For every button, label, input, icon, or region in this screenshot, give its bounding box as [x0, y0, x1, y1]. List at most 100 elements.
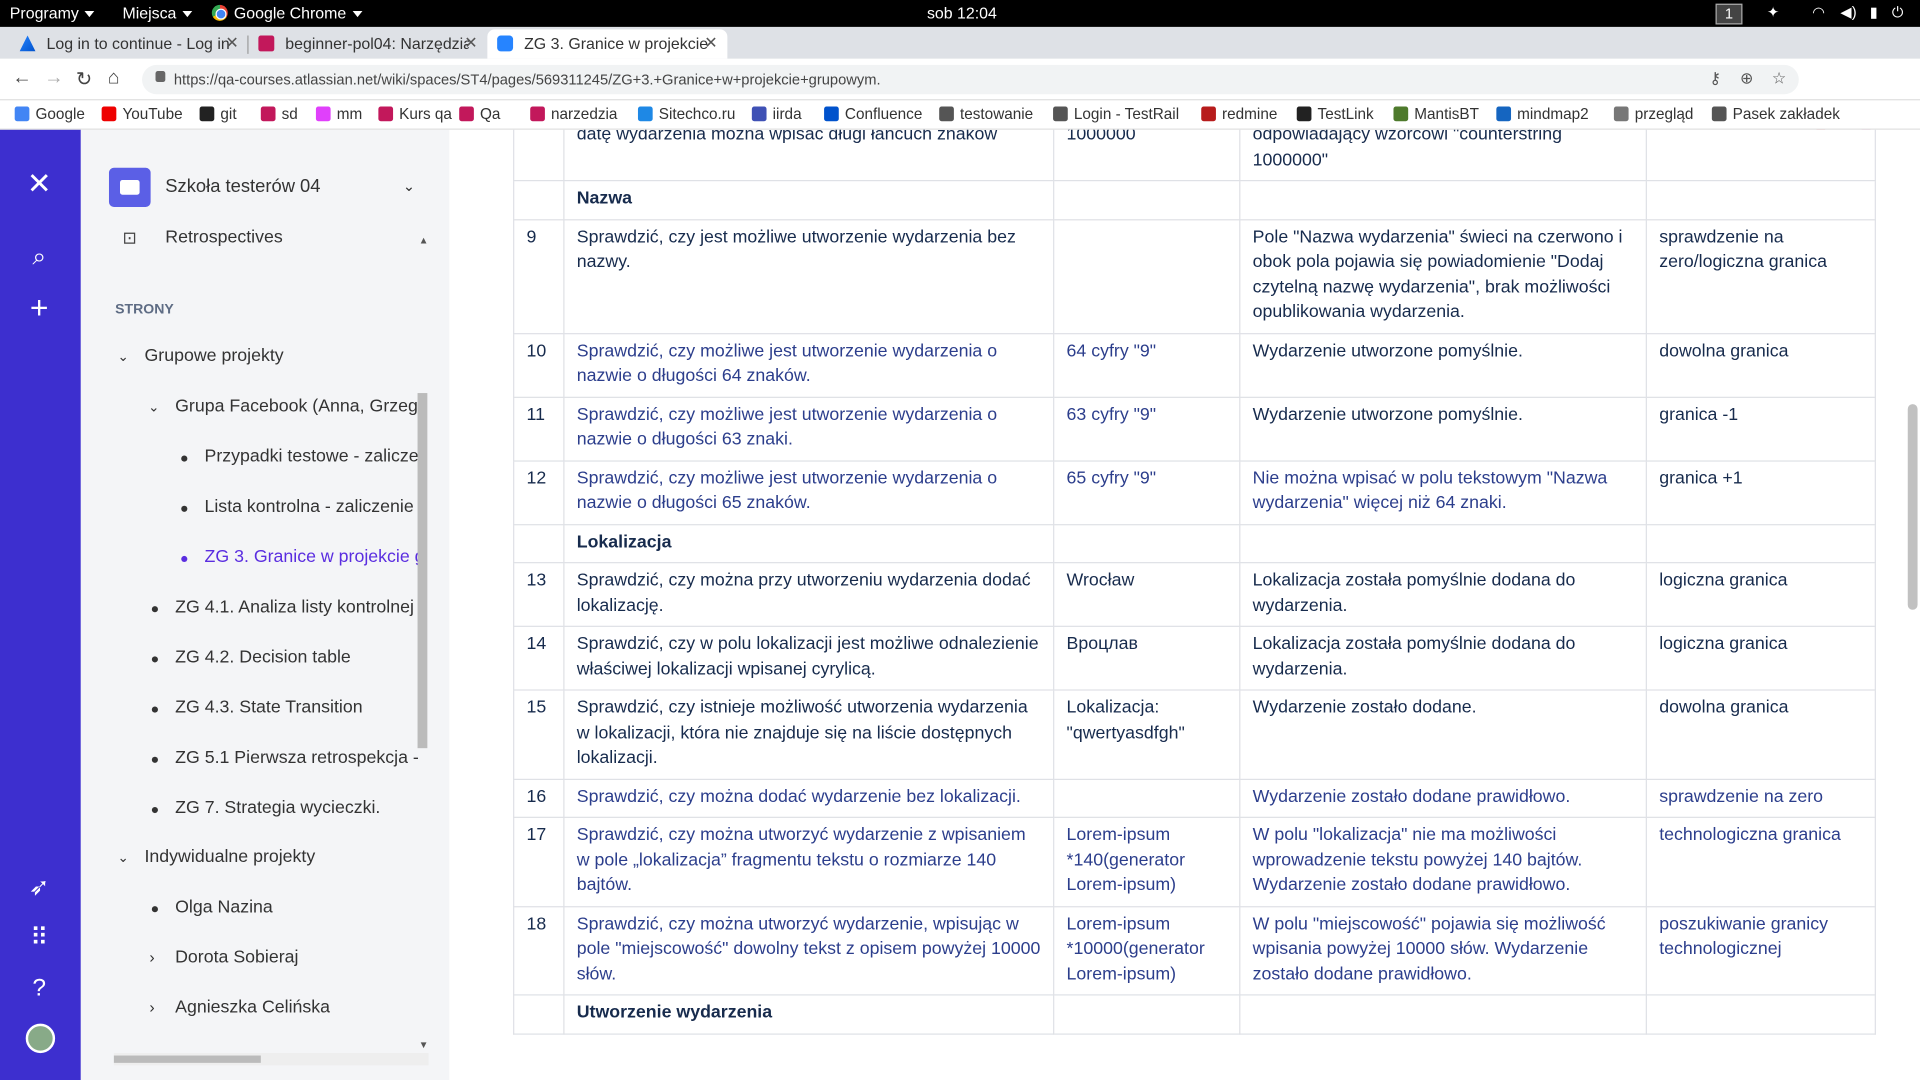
- expected-result-cell: Wydarzenie zostało dodane.: [1239, 689, 1647, 780]
- tree-item-zg3-current[interactable]: ZG 3. Granice w projekcie g: [204, 547, 424, 567]
- chevron-down-icon[interactable]: ⌄: [403, 178, 415, 195]
- tree-item-przypadki[interactable]: Przypadki testowe - zalicze: [204, 447, 418, 467]
- tree-item-dorota[interactable]: Dorota Sobieraj: [175, 948, 298, 968]
- dropbox-icon[interactable]: ✦: [1767, 4, 1779, 21]
- volume-icon[interactable]: ◀): [1840, 4, 1856, 21]
- tree-item-grupa-facebook[interactable]: Grupa Facebook (Anna, Grzeg: [175, 397, 418, 417]
- table-section-row: Nazwa: [513, 180, 1876, 220]
- tab-zg3[interactable]: ZG 3. Granice w projekcie ✕: [487, 29, 728, 59]
- search-icon[interactable]: ⌕: [24, 242, 53, 271]
- chevron-down-icon[interactable]: ⌄: [148, 399, 159, 415]
- bookmark-item[interactable]: Pasek zakładek: [1711, 105, 1840, 122]
- bookmark-item[interactable]: mm: [315, 105, 363, 123]
- page-scrollbar[interactable]: [1907, 404, 1918, 610]
- bookmark-item[interactable]: TestLink: [1296, 105, 1374, 123]
- tree-item-lista-kontrolna[interactable]: Lista kontrolna - zaliczenie: [204, 497, 413, 517]
- tree-item-indywidualne[interactable]: Indywidualne projekty: [144, 847, 315, 867]
- bookmark-favicon-icon: [315, 106, 331, 122]
- back-icon[interactable]: ←: [12, 67, 32, 89]
- os-menu-miejsca[interactable]: Miejsca: [122, 4, 193, 22]
- plus-icon[interactable]: +: [24, 291, 53, 323]
- bookmark-item[interactable]: przegląd: [1613, 105, 1693, 122]
- reload-icon[interactable]: ↻: [76, 67, 92, 91]
- os-menu-programy[interactable]: Programy: [10, 4, 95, 22]
- tab-beginner[interactable]: beginner-pol04: Narzędzia ✕: [249, 29, 488, 58]
- star-icon[interactable]: ☆: [1772, 69, 1786, 89]
- chevron-right-icon[interactable]: ›: [149, 948, 154, 966]
- forward-icon[interactable]: →: [44, 67, 64, 89]
- bookmark-item[interactable]: Sitechco.ru: [637, 105, 735, 122]
- tree-item-zg42[interactable]: ZG 4.2. Decision table: [175, 648, 351, 668]
- tree-item-zg43[interactable]: ZG 4.3. State Transition: [175, 698, 363, 718]
- close-icon[interactable]: ✕: [704, 33, 717, 53]
- bookmark-label: mm: [336, 105, 363, 123]
- test-description-cell: Sprawdzić, czy jest możliwe utworzenie w…: [563, 218, 1055, 334]
- wifi-icon[interactable]: ◠: [1812, 4, 1825, 21]
- user-avatar[interactable]: [25, 1023, 56, 1054]
- battery-icon[interactable]: ▮: [1870, 4, 1878, 21]
- bookmark-item[interactable]: Login - TestRail: [1053, 105, 1179, 122]
- bookmark-item[interactable]: testowanie: [939, 105, 1033, 122]
- sidebar-scrollbar[interactable]: [417, 393, 428, 749]
- rocket-icon[interactable]: ➶: [24, 873, 53, 902]
- bookmark-item[interactable]: MantisBT: [1393, 105, 1479, 122]
- bookmark-label: Kurs qa: [399, 105, 452, 123]
- test-data-cell: 1000000: [1053, 129, 1241, 182]
- tree-item-agnieszka[interactable]: Agnieszka Celińska: [175, 998, 330, 1018]
- expected-result-cell: Nie można wpisać w polu tekstowym "Nazwa…: [1239, 459, 1647, 525]
- test-data-cell: Lorem-ipsum *10000(generator Lorem-ipsum…: [1053, 905, 1241, 996]
- tree-item-zg7[interactable]: ZG 7. Strategia wycieczki.: [175, 798, 380, 818]
- test-description-cell: Sprawdzić, czy istnieje możliwość utworz…: [563, 689, 1055, 780]
- tab-login[interactable]: Log in to continue - Log in ✕: [10, 29, 249, 58]
- chevron-right-icon[interactable]: ›: [149, 998, 154, 1016]
- confluence-logo-icon[interactable]: ✕: [24, 170, 53, 199]
- bookmark-item[interactable]: Qa: [459, 105, 500, 122]
- bookmark-item[interactable]: YouTube: [101, 105, 183, 123]
- boundary-type-cell: sprawdzenie na zero: [1645, 778, 1876, 818]
- row-number-cell: 13: [513, 562, 565, 627]
- table-row: 16 Sprawdzić, czy można dodać wydarzenie …: [513, 778, 1876, 818]
- sidebar-horizontal-scrollbar[interactable]: [113, 1053, 429, 1066]
- expected-result-cell: W polu "miejscowość" pojawia się możliwo…: [1239, 905, 1647, 996]
- scrollbar-thumb[interactable]: [113, 1055, 261, 1063]
- app-switcher-icon[interactable]: ⠿: [24, 923, 53, 952]
- bookmark-item[interactable]: git: [199, 105, 237, 122]
- chevron-down-icon[interactable]: ⌄: [118, 850, 129, 866]
- chevron-down-icon[interactable]: ⌄: [118, 349, 129, 365]
- help-icon[interactable]: ?: [24, 973, 53, 1002]
- bookmark-item[interactable]: Confluence: [824, 105, 922, 122]
- boundary-type-cell: [1645, 180, 1876, 220]
- close-icon[interactable]: ✕: [464, 33, 477, 53]
- scroll-down-icon[interactable]: ▼: [419, 1040, 429, 1051]
- workspace-indicator[interactable]: 1: [1715, 3, 1743, 25]
- bookmark-item[interactable]: Kurs qa: [378, 105, 452, 122]
- sidebar-item-retrospectives[interactable]: Retrospectives: [165, 228, 282, 248]
- os-top-bar: Programy Miejsca Google Chrome sob 12:04…: [0, 0, 1920, 27]
- home-icon[interactable]: ⌂: [108, 67, 120, 89]
- tree-item-grupowe[interactable]: Grupowe projekty: [144, 347, 283, 367]
- os-menu-label: Google Chrome: [233, 3, 347, 23]
- test-description-cell: Utworzenie wydarzenia: [563, 994, 1055, 1035]
- tree-item-olga[interactable]: Olga Nazina: [175, 898, 273, 918]
- bookmark-item[interactable]: narzedzia: [530, 105, 617, 122]
- zoom-icon[interactable]: ⊕: [1740, 69, 1753, 89]
- boundary-type-cell: [1645, 523, 1876, 564]
- bookmark-label: YouTube: [122, 105, 183, 123]
- space-name[interactable]: Szkoła testerów 04: [165, 176, 320, 197]
- os-menu-chrome[interactable]: Google Chrome: [211, 3, 363, 23]
- power-icon[interactable]: ⏻: [1892, 4, 1904, 22]
- bookmark-item[interactable]: sd: [260, 105, 298, 122]
- os-clock[interactable]: sob 12:04: [927, 4, 997, 22]
- url-input[interactable]: https://qa-courses.atlassian.net/wiki/sp…: [142, 64, 1799, 95]
- bookmark-label: TestLink: [1317, 105, 1374, 123]
- tree-item-zg41[interactable]: ZG 4.1. Analiza listy kontrolnej: [175, 598, 414, 618]
- test-description-cell: Sprawdzić, czy możliwe jest utworzenie w…: [563, 332, 1055, 398]
- scroll-up-icon[interactable]: ▲: [419, 235, 429, 246]
- bookmark-item[interactable]: Google: [14, 105, 85, 122]
- close-icon[interactable]: ✕: [225, 33, 238, 53]
- tree-item-zg51[interactable]: ZG 5.1 Pierwsza retrospekcja -: [175, 748, 419, 768]
- bookmark-item[interactable]: mindmap2: [1496, 105, 1589, 122]
- bookmark-item[interactable]: iirda: [751, 105, 802, 122]
- key-icon[interactable]: ⚷: [1709, 69, 1721, 89]
- bookmark-item[interactable]: redmine: [1201, 105, 1277, 122]
